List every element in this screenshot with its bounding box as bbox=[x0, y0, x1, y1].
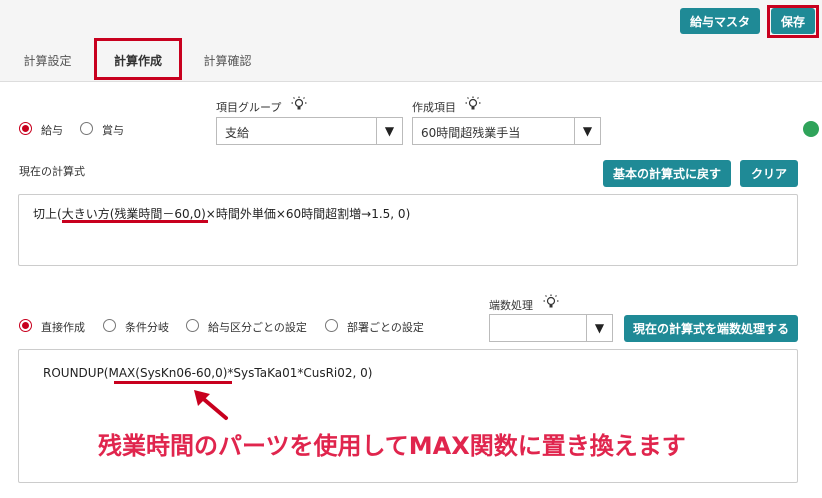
tab-calc-settings[interactable]: 計算設定 bbox=[10, 38, 85, 82]
rounding-select[interactable]: ▼ bbox=[489, 314, 613, 342]
item-group-select[interactable]: 支給 ▼ bbox=[216, 117, 403, 145]
radio-direct-label: 直接作成 bbox=[41, 321, 85, 334]
formula-highlight-underline bbox=[62, 220, 208, 223]
direct-formula-text: ROUNDUP(MAX(SysKn06-60,0)*SysTaKa01*CusR… bbox=[43, 366, 372, 380]
reset-formula-button[interactable]: 基本の計算式に戻す bbox=[603, 160, 731, 187]
rounding-label: 端数処理 bbox=[489, 299, 533, 312]
radio-department[interactable] bbox=[325, 319, 338, 332]
radio-conditional[interactable] bbox=[103, 319, 116, 332]
radio-bonus-label: 賞与 bbox=[102, 124, 124, 137]
radio-salary-class-label: 給与区分ごとの設定 bbox=[208, 321, 307, 334]
create-item-value: 60時間超残業手当 bbox=[421, 126, 521, 140]
check-icon bbox=[803, 121, 819, 137]
dropdown-arrow-icon: ▼ bbox=[376, 118, 402, 144]
lightbulb-icon bbox=[465, 96, 481, 110]
formula-suffix: ×時間外単価×60時間超割増→1.5, 0) bbox=[205, 207, 411, 221]
dropdown-arrow-icon: ▼ bbox=[586, 315, 612, 341]
arrow-icon bbox=[194, 390, 228, 420]
direct-formula-underline bbox=[114, 381, 232, 384]
direct-formula-suffix: *SysTaKa01*CusRi02, 0) bbox=[227, 366, 373, 380]
tab-highlight bbox=[94, 38, 182, 80]
item-group-label: 項目グループ bbox=[216, 101, 282, 114]
direct-formula-highlight: MAX(SysKn06-60,0) bbox=[108, 366, 228, 380]
save-button-highlight bbox=[767, 5, 819, 38]
radio-bonus[interactable] bbox=[80, 122, 93, 135]
tab-calc-confirm[interactable]: 計算確認 bbox=[190, 38, 265, 82]
item-group-value: 支給 bbox=[225, 126, 250, 140]
radio-salary-class[interactable] bbox=[186, 319, 199, 332]
formula-prefix: 切上( bbox=[33, 207, 62, 221]
radio-direct[interactable] bbox=[19, 319, 32, 332]
annotation-text: 残業時間のパーツを使用してMAX関数に置き換えます bbox=[98, 432, 686, 460]
radio-salary-label: 給与 bbox=[41, 124, 63, 137]
apply-rounding-button[interactable]: 現在の計算式を端数処理する bbox=[624, 315, 798, 342]
dropdown-arrow-icon: ▼ bbox=[574, 118, 600, 144]
radio-salary[interactable] bbox=[19, 122, 32, 135]
formula-highlight: 大きい方(残業時間－60,0) bbox=[61, 207, 206, 221]
lightbulb-icon bbox=[291, 96, 307, 110]
radio-department-label: 部署ごとの設定 bbox=[347, 321, 424, 334]
radio-conditional-label: 条件分岐 bbox=[125, 321, 169, 334]
create-item-select[interactable]: 60時間超残業手当 ▼ bbox=[412, 117, 601, 145]
current-formula-label: 現在の計算式 bbox=[19, 165, 85, 178]
clear-button[interactable]: クリア bbox=[740, 160, 798, 187]
create-item-label: 作成項目 bbox=[412, 101, 456, 114]
direct-formula-prefix: ROUNDUP( bbox=[43, 366, 109, 380]
master-button[interactable]: 給与マスタ bbox=[680, 8, 760, 34]
lightbulb-icon bbox=[543, 294, 559, 308]
